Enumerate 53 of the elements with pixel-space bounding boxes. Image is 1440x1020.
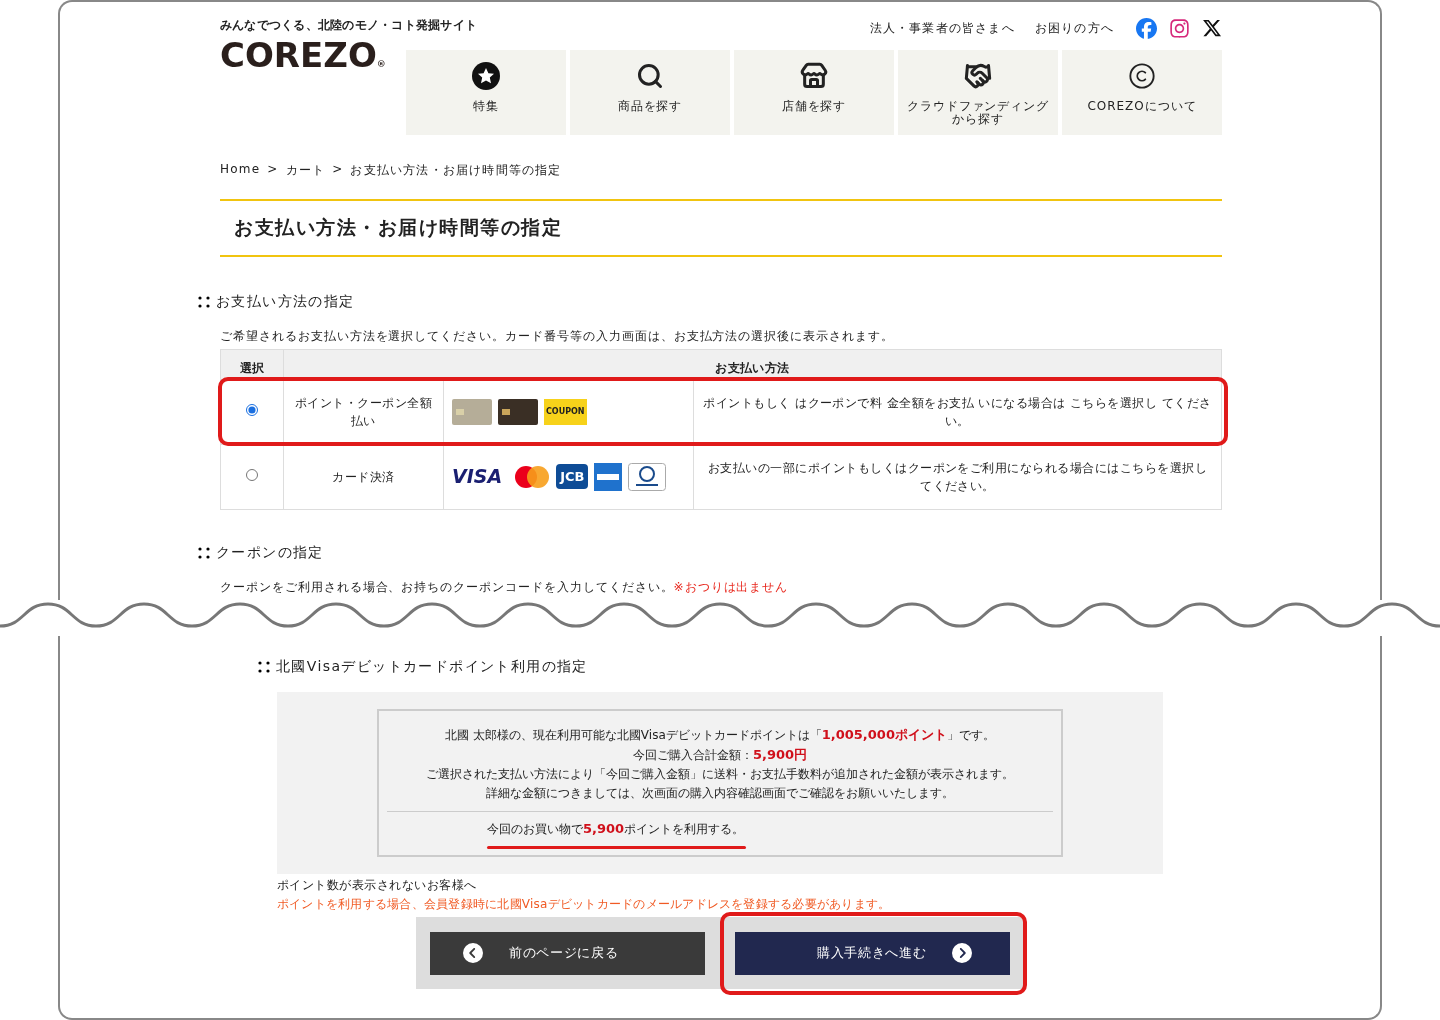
chevron-left-icon: [463, 943, 483, 963]
radio-button[interactable]: [246, 403, 258, 416]
instruction-text: ご希望されるお支払い方法を選択してください。カード番号等の入力画面は、お支払方法の選択後に表示されます。: [220, 329, 895, 345]
section-heading: 北國Visaデビットカードポイント利用の指定: [276, 658, 588, 676]
coupon-logo: COUPON: [544, 398, 587, 425]
chevron-right-icon: [952, 943, 973, 963]
info-text: 北國 太郎様の、現在利用可能な北國Visaデビットカードポイントは「1,005,000ポイント」です。: [445, 726, 995, 744]
dots-icon: [258, 661, 270, 673]
notice-text: ポイントを利用する場合、会員登録時に北國Visaデビットカードのメールアドレスを登録する必要があります。: [277, 896, 892, 913]
mastercard-icon: [514, 465, 551, 488]
nav-tile[interactable]: 店舗を探す: [734, 50, 894, 135]
card-icon: [498, 398, 538, 425]
handshake-icon: [964, 62, 992, 90]
nav-tile[interactable]: クラウドファンディング から探す: [898, 50, 1058, 135]
copyright-icon: [1128, 62, 1156, 90]
tagline: みんなでつくる、北陸のモノ・コト発掘サイト: [220, 17, 478, 34]
info-text: 今回ご購入合計金額：5,900円: [632, 746, 808, 764]
table-cell: カード決済: [283, 444, 444, 510]
breadcrumb-current: お支払い方法・お届け時間等の指定: [350, 162, 562, 179]
breadcrumb-link[interactable]: Home: [220, 162, 261, 179]
breadcrumb-link[interactable]: カート: [285, 162, 326, 179]
breadcrumb-separator: >: [332, 162, 344, 178]
jcb-logo: JCB: [556, 463, 589, 490]
radio-button[interactable]: [246, 468, 258, 481]
nav-tile[interactable]: 特集: [406, 50, 566, 135]
info-text: ご選択された支払い方法により「今回ご購入金額」に送料・お支払手数料が追加された金額が表示されます。: [426, 766, 1014, 783]
logo[interactable]: COREZO®: [220, 38, 406, 72]
section-heading: お支払い方法の指定: [216, 293, 355, 311]
facebook-icon[interactable]: [1136, 17, 1157, 39]
instruction-text: クーポンをご利用される場合、お持ちのクーポンコードを入力してください。※おつりは出ません: [220, 579, 790, 596]
column-header: 選択: [220, 349, 284, 380]
x-icon[interactable]: [1202, 18, 1222, 38]
notice-title: ポイント数が表示されないお客様へ: [277, 877, 478, 894]
info-text: 詳細な金額につきましては、次画面の購入内容確認画面でご確認をお願いいたします。: [486, 785, 954, 802]
nav-tile[interactable]: 商品を探す: [570, 50, 730, 135]
header-link[interactable]: お困りの方へ: [1034, 19, 1114, 37]
dots-icon: [198, 546, 210, 559]
page-title: お支払い方法・お届け時間等の指定: [220, 199, 1222, 257]
header-link[interactable]: 法人・事業者の皆さまへ: [869, 19, 1015, 37]
instagram-icon[interactable]: [1169, 17, 1190, 39]
section-heading: クーポンの指定: [216, 543, 324, 562]
table-cell: お支払いの一部にポイントもしくはクーポンをご利用になられる場合にはこちらを選択してください。: [693, 444, 1222, 510]
back-button[interactable]: 前のページに戻る: [430, 931, 705, 975]
column-header: お支払い方法: [283, 349, 1222, 380]
proceed-button[interactable]: 購入手続きへ進む: [735, 931, 1010, 975]
search-icon: [636, 62, 664, 90]
store-icon: [800, 62, 828, 90]
breadcrumb-separator: >: [267, 162, 279, 178]
card-icon: [452, 398, 492, 425]
points-usage-text: 今回のお買い物で5,900ポイントを利用する。: [487, 822, 745, 836]
nav-tile[interactable]: COREZOについて: [1062, 50, 1222, 135]
dots-icon: [198, 296, 210, 308]
visa-logo: VISA: [452, 464, 503, 490]
